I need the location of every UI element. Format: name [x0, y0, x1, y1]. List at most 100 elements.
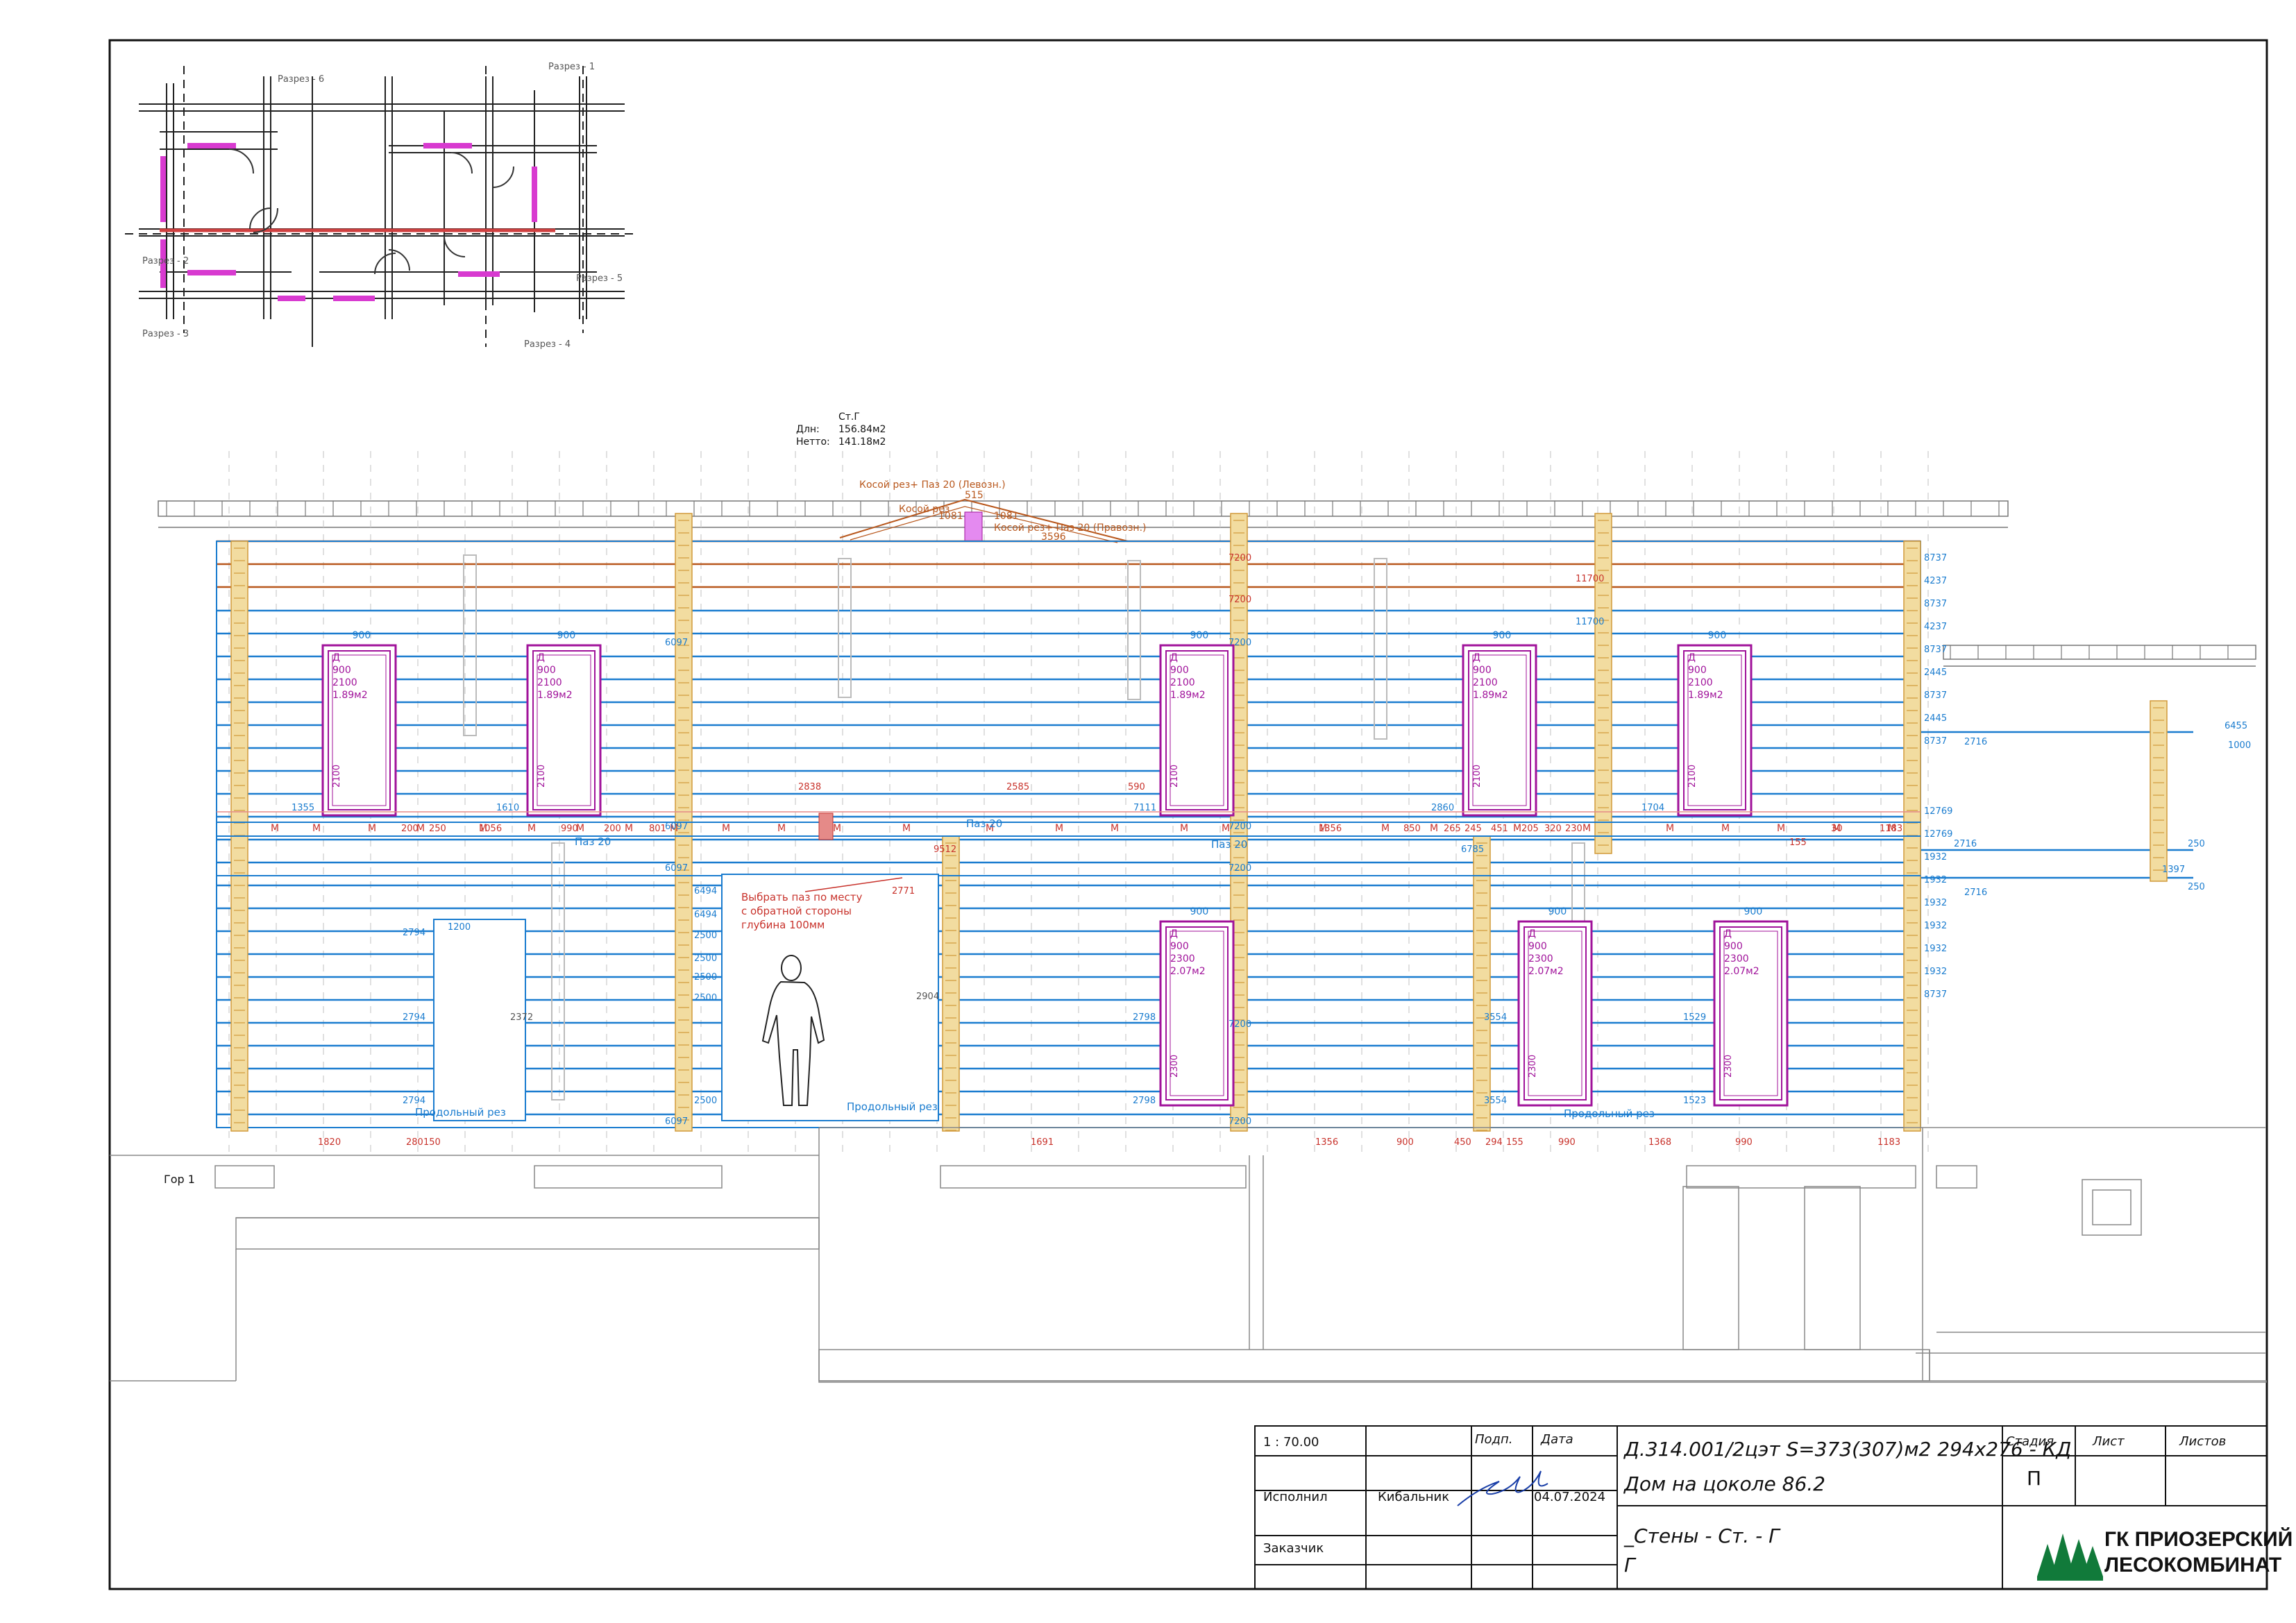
window-h: 2100	[1170, 677, 1195, 688]
m-marker: М	[1055, 823, 1063, 834]
window-height-dim: 2100	[332, 765, 342, 788]
m-marker: М	[312, 823, 321, 834]
dimension-label: 2860	[1431, 803, 1454, 813]
dimension-label: 900	[1396, 1137, 1414, 1148]
m-marker: М	[902, 823, 911, 834]
dimension-label: 1704	[1641, 803, 1664, 813]
gross-label: Длн:	[796, 424, 820, 435]
m-marker: М	[527, 823, 536, 834]
dimension-label: 1932	[1924, 967, 1947, 977]
dimension-label: 8737	[1924, 690, 1947, 701]
dimension-label: 294	[1485, 1137, 1503, 1148]
dimension-label: 8737	[1924, 736, 1947, 747]
company-logo: ГК ПРИОЗЕРСКИЙ ЛЕСОКОМБИНАТ	[2037, 1527, 2293, 1581]
dimension-label: 1820	[318, 1137, 341, 1148]
project-name: Дом на цоколе 86.2	[1623, 1472, 1825, 1495]
m-markers: ММММММММММММММММММММММММММММ	[271, 823, 1896, 834]
dimension-label: 200	[604, 824, 621, 834]
window-area: 2.07м2	[1724, 966, 1759, 977]
window-lower-2: Д90023002.07м29002300	[1713, 906, 1789, 1107]
dimension-label: 1610	[496, 803, 519, 813]
window-h: 2300	[1170, 953, 1195, 965]
dimension-label: 6097	[665, 638, 688, 648]
window-width-dim: 900	[1190, 630, 1209, 641]
dimension-label: 1932	[1924, 944, 1947, 954]
client-role: Заказчик	[1263, 1541, 1324, 1556]
log-column	[942, 835, 960, 1132]
window-w: 900	[1528, 941, 1547, 952]
dimension-label: 6097	[665, 1116, 688, 1127]
cut-note-right: Продольный рез	[1564, 1107, 1655, 1120]
company-line-2: ЛЕСОКОМБИНАТ	[2104, 1554, 2281, 1577]
window-w: 900	[537, 665, 556, 676]
window-area: 1.89м2	[1473, 690, 1508, 701]
dimension-label: 1200	[448, 922, 471, 933]
document-code: Д.314.001/2цэт S=373(307)м2 294х276 - КД	[1623, 1438, 2071, 1461]
window-height-dim: 2300	[1528, 1055, 1538, 1078]
dimension-label: 8737	[1924, 989, 1947, 1000]
window-w: 900	[1724, 941, 1743, 952]
signature-date: 04.07.2024	[1534, 1490, 1605, 1504]
area-note: Ст.Г Длн: 156.84м2 Нетто: 141.18м2	[796, 411, 886, 448]
m-marker: М	[1666, 823, 1674, 834]
window-area: 2.07м2	[1170, 966, 1206, 977]
window-upper-4: Д90021001.89м29002100	[1677, 630, 1753, 817]
dimension-label: 3554	[1484, 1012, 1507, 1023]
m-marker: М	[1180, 823, 1188, 834]
joint-lines	[217, 822, 1921, 876]
section-label-3: Разрез - 3	[142, 329, 189, 339]
dimension-label: 4237	[1924, 622, 1947, 632]
window-width-dim: 900	[1190, 906, 1209, 917]
window-h: 2100	[1688, 677, 1713, 688]
window-width-dim: 900	[557, 630, 576, 641]
dimension-label: 250	[2188, 839, 2205, 849]
m-marker: М	[1777, 823, 1785, 834]
window-mark: Д	[1170, 928, 1178, 940]
window-mark: Д	[332, 652, 340, 663]
dimension-label: 6785	[1461, 844, 1484, 855]
dimension-label: 9512	[934, 844, 956, 855]
dimension-label: 2794	[403, 1096, 425, 1106]
stage-value: П	[2027, 1467, 2041, 1490]
m-marker: М	[1721, 823, 1730, 834]
window-area: 1.89м2	[332, 690, 368, 701]
date-header: Дата	[1540, 1432, 1573, 1447]
window-area: 1.89м2	[537, 690, 573, 701]
groove-note-mid: Паз 20	[966, 817, 1002, 830]
plan-door-swings	[228, 148, 514, 275]
dimension-label: 1356	[1315, 1137, 1338, 1148]
level-label: Гор 1	[164, 1173, 195, 1186]
dimension-label: 7200	[1229, 863, 1251, 874]
window-lower-1: Д90023002.07м29002300	[1517, 906, 1593, 1107]
dimension-label: 2500	[694, 993, 717, 1003]
window-mark: Д	[1170, 652, 1178, 663]
window-width-dim: 900	[1493, 630, 1512, 641]
dimension-label: 1056	[479, 824, 502, 834]
dimension-label: 450	[1454, 1137, 1471, 1148]
window-mark: Д	[1473, 652, 1480, 663]
dimension-label: 280	[406, 1137, 423, 1148]
dimension-label: 451	[1491, 824, 1508, 834]
dimension-label: 230	[1565, 824, 1582, 834]
cut-note-left: Продольный рез	[415, 1106, 506, 1119]
dimension-label: 590	[1128, 782, 1145, 792]
plan-colored-segments	[160, 143, 555, 301]
dimension-label: 2794	[403, 928, 425, 938]
dimension-label: 990	[561, 824, 578, 834]
dimension-label: 245	[1464, 824, 1482, 834]
dimension-label: 11700	[1576, 574, 1604, 584]
window-height-dim: 2100	[1472, 765, 1483, 788]
window-upper-0: Д90021001.89м29002100	[321, 630, 397, 817]
dimension-label: 990	[1735, 1137, 1753, 1148]
window-width-dim: 900	[1744, 906, 1763, 917]
dimension-label: 265	[1444, 824, 1461, 834]
dimension-label: 2771	[892, 886, 915, 897]
window-area: 1.89м2	[1170, 690, 1206, 701]
plan-section-labels: Разрез - 1 Разрез - 2 Разрез - 3 Разрез …	[142, 62, 623, 350]
window-h: 2100	[537, 677, 562, 688]
dimension-label: 8737	[1924, 553, 1947, 563]
dimension-label: 155	[1506, 1137, 1523, 1148]
dimension-label: 150	[423, 1137, 441, 1148]
dimension-label: 320	[1544, 824, 1562, 834]
dimension-label: 1932	[1924, 875, 1947, 885]
